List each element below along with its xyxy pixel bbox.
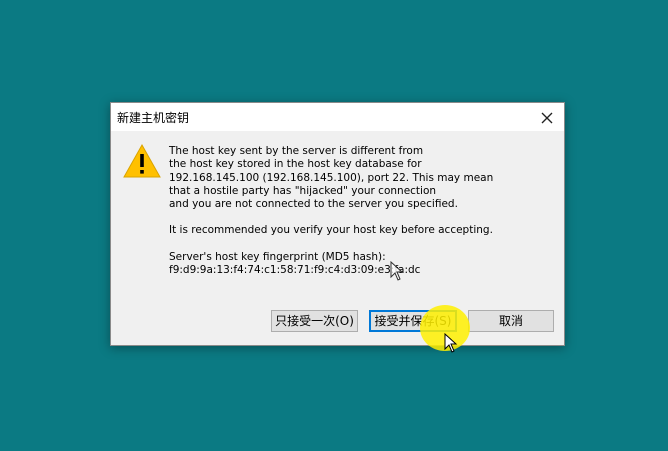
- message-paragraph-recommendation: It is recommended you verify your host k…: [169, 224, 493, 237]
- dialog-title: 新建主机密钥: [117, 111, 190, 125]
- close-button[interactable]: [534, 105, 560, 129]
- dialog-titlebar: 新建主机密钥: [111, 103, 564, 131]
- accept-once-button[interactable]: 只接受一次(O): [271, 310, 358, 332]
- close-icon: [541, 112, 553, 123]
- new-host-key-dialog: 新建主机密钥 The host key sent by the server i…: [110, 102, 565, 346]
- warning-message: The host key sent by the server is diffe…: [169, 145, 554, 277]
- message-paragraph-fingerprint: Server's host key fingerprint (MD5 hash)…: [169, 250, 421, 277]
- warning-icon: [123, 143, 161, 178]
- message-paragraph-host-key-mismatch: The host key sent by the server is diffe…: [169, 145, 494, 211]
- cancel-button[interactable]: 取消: [468, 310, 554, 332]
- accept-and-save-button[interactable]: 接受并保存(S): [369, 310, 457, 332]
